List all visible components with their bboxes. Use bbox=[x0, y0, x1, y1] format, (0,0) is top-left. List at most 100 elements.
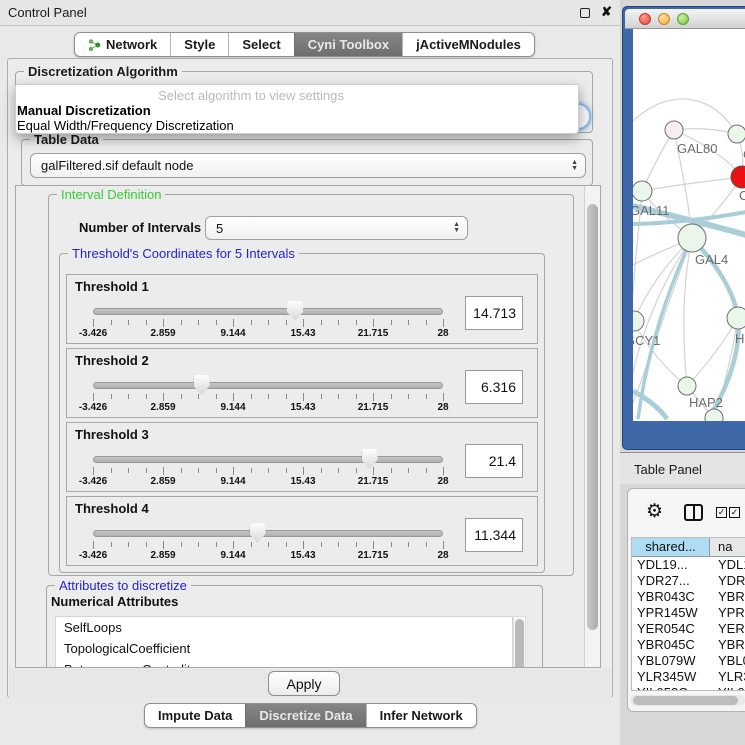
network-canvas[interactable]: GAL80GACGAL11GAL4GCY1HHAP2 bbox=[633, 29, 745, 421]
table-row[interactable]: YIL052CYIL0 bbox=[632, 685, 745, 691]
split-columns-icon[interactable] bbox=[684, 504, 703, 521]
threshold-slider-track[interactable] bbox=[93, 456, 443, 463]
bottom-tab-bar: Impute DataDiscretize Data Infer Network bbox=[144, 703, 477, 728]
network-node-top-right[interactable] bbox=[728, 125, 745, 143]
threshold-value-field[interactable]: 14.713 bbox=[465, 296, 523, 330]
tab-select[interactable]: Select bbox=[228, 33, 293, 56]
table-row[interactable]: YDL19...YDL1 bbox=[632, 557, 745, 573]
slider-tick-label: 9.144 bbox=[220, 550, 245, 561]
network-node-h-node[interactable] bbox=[727, 307, 745, 329]
tab-cyni-toolbox[interactable]: Cyni Toolbox bbox=[294, 33, 402, 56]
slider-tick-label: -3.426 bbox=[79, 328, 107, 339]
network-node-label: GAL11 bbox=[633, 203, 670, 218]
threshold-slider-track[interactable] bbox=[93, 382, 443, 389]
slider-tick-label: 21.715 bbox=[358, 476, 389, 487]
threshold-value-field[interactable]: 11.344 bbox=[465, 518, 523, 552]
threshold-slider-track[interactable] bbox=[93, 308, 443, 315]
column-header-2[interactable]: na bbox=[710, 538, 745, 557]
threshold-value-field[interactable]: 21.4 bbox=[465, 444, 523, 478]
table-row[interactable]: YER054CYER0 bbox=[632, 621, 745, 637]
table-panel-titlebar: Table Panel bbox=[620, 452, 745, 484]
column-header-1[interactable]: shared... bbox=[632, 538, 710, 557]
tab-infer-network[interactable]: Infer Network bbox=[366, 704, 476, 727]
apply-button[interactable]: Apply bbox=[268, 671, 340, 696]
horizontal-scrollbar[interactable] bbox=[630, 695, 745, 706]
table-cell: YBL0 bbox=[710, 653, 745, 669]
tab-discretize-data[interactable]: Discretize Data bbox=[245, 704, 365, 727]
gear-icon[interactable]: ⚙ bbox=[646, 502, 663, 521]
scrollbar-thumb[interactable] bbox=[515, 619, 524, 668]
table-row[interactable]: YBR043CYBR0 bbox=[632, 589, 745, 605]
table-data-group-title: Table Data bbox=[30, 132, 103, 147]
network-edge[interactable] bbox=[642, 177, 742, 191]
network-node-red-node[interactable] bbox=[731, 166, 745, 188]
numerical-attributes-list[interactable]: SelfLoopsTopologicalCoefficientBetweenne… bbox=[55, 616, 513, 668]
algorithm-option-manual-discretization[interactable]: Manual Discretization bbox=[17, 103, 151, 118]
tab-label: Infer Network bbox=[380, 708, 463, 723]
attributes-list-scrollbar[interactable] bbox=[513, 616, 526, 668]
network-node-hap2[interactable] bbox=[678, 377, 696, 395]
threshold-slider-track[interactable] bbox=[93, 530, 443, 537]
threshold-panel-4: Threshold 4-3.4262.8599.14415.4321.71528… bbox=[66, 496, 538, 566]
network-view-window[interactable]: GAL80GACGAL11GAL4GCY1HHAP2 bbox=[622, 6, 745, 450]
slider-tick-label: 2.859 bbox=[150, 328, 175, 339]
network-edge[interactable] bbox=[684, 238, 692, 386]
network-node-label: C bbox=[739, 188, 745, 203]
tab-impute-data[interactable]: Impute Data bbox=[145, 704, 245, 727]
tab-jactivemnodules[interactable]: jActiveMNodules bbox=[402, 33, 534, 56]
threshold-label: Threshold 4 bbox=[75, 501, 149, 516]
table-cell: YDR2 bbox=[710, 573, 745, 589]
slider-tick-label: -3.426 bbox=[79, 402, 107, 413]
table-row[interactable]: YPR145WYPR1 bbox=[632, 605, 745, 621]
threshold-slider-thumb[interactable] bbox=[287, 301, 303, 321]
threshold-slider-thumb[interactable] bbox=[194, 375, 210, 395]
attributes-group-title: Attributes to discretize bbox=[55, 578, 191, 593]
table-cell: YBL079W bbox=[632, 653, 710, 669]
slider-tick-label: 15.43 bbox=[290, 550, 315, 561]
threshold-slider-thumb[interactable] bbox=[250, 523, 266, 543]
network-node-gal11[interactable] bbox=[633, 181, 652, 201]
table-row[interactable]: YBR045CYBR0 bbox=[632, 637, 745, 653]
tab-style[interactable]: Style bbox=[170, 33, 228, 56]
network-node-gal4[interactable] bbox=[678, 224, 706, 252]
threshold-value-field[interactable]: 6.316 bbox=[465, 370, 523, 404]
algorithm-option-equal-width-frequency[interactable]: Equal Width/Frequency Discretization bbox=[17, 118, 234, 133]
close-icon[interactable]: ✘ bbox=[601, 4, 612, 20]
close-traffic-light-icon[interactable] bbox=[639, 13, 651, 25]
threshold-label: Threshold 1 bbox=[75, 279, 149, 294]
table-cell: YPR145W bbox=[632, 605, 710, 621]
threshold-slider-thumb[interactable] bbox=[362, 449, 378, 469]
threshold-panel-2: Threshold 2-3.4262.8599.14415.4321.71528… bbox=[66, 348, 538, 418]
thresholds-group: Threshold's Coordinates for 5 Intervals … bbox=[59, 253, 545, 573]
number-of-intervals-combobox[interactable]: 5 ▲▼ bbox=[205, 216, 468, 240]
slider-tick-label: -3.426 bbox=[79, 476, 107, 487]
zoom-traffic-light-icon[interactable] bbox=[677, 13, 689, 25]
vertical-scrollbar[interactable] bbox=[584, 186, 600, 667]
minimize-traffic-light-icon[interactable] bbox=[658, 13, 670, 25]
checkbox-checked-icon[interactable]: ✓ bbox=[716, 507, 727, 518]
table-cell: YIL0 bbox=[710, 685, 745, 691]
tab-network[interactable]: Network bbox=[75, 33, 170, 56]
node-table[interactable]: shared...na YDL19...YDL1YDR27...YDR2YBR0… bbox=[631, 537, 745, 691]
table-data-combobox[interactable]: galFiltered.sif default node ▲▼ bbox=[30, 153, 586, 178]
checkbox-checked-icon[interactable]: ✓ bbox=[729, 507, 740, 518]
network-node-gal80[interactable] bbox=[665, 121, 683, 139]
attribute-list-item[interactable]: TopologicalCoefficient bbox=[56, 638, 512, 659]
float-window-icon[interactable] bbox=[580, 8, 590, 18]
slider-ticks bbox=[93, 319, 443, 328]
threshold-panel-3: Threshold 3-3.4262.8599.14415.4321.71528… bbox=[66, 422, 538, 492]
control-panel-title: Control Panel bbox=[8, 5, 87, 20]
table-row[interactable]: YBL079WYBL0 bbox=[632, 653, 745, 669]
slider-tick-label: 21.715 bbox=[358, 402, 389, 413]
cyni-toolbox-panel: Discretization Algorithm Select algorith… bbox=[7, 58, 613, 698]
scrollbar-thumb[interactable] bbox=[633, 696, 738, 705]
attribute-list-item[interactable]: SelfLoops bbox=[56, 617, 512, 638]
table-row[interactable]: YDR27...YDR2 bbox=[632, 573, 745, 589]
control-panel: Control Panel ✘ Network StyleSelectCyni T… bbox=[0, 0, 620, 745]
attribute-list-item[interactable]: BetweennessCentrality bbox=[56, 659, 512, 668]
table-cell: YPR1 bbox=[710, 605, 745, 621]
network-node-gcy1[interactable] bbox=[633, 311, 644, 331]
scrollbar-thumb[interactable] bbox=[587, 204, 598, 630]
table-row[interactable]: YLR345WYLR3 bbox=[632, 669, 745, 685]
tab-label: Network bbox=[106, 37, 157, 52]
